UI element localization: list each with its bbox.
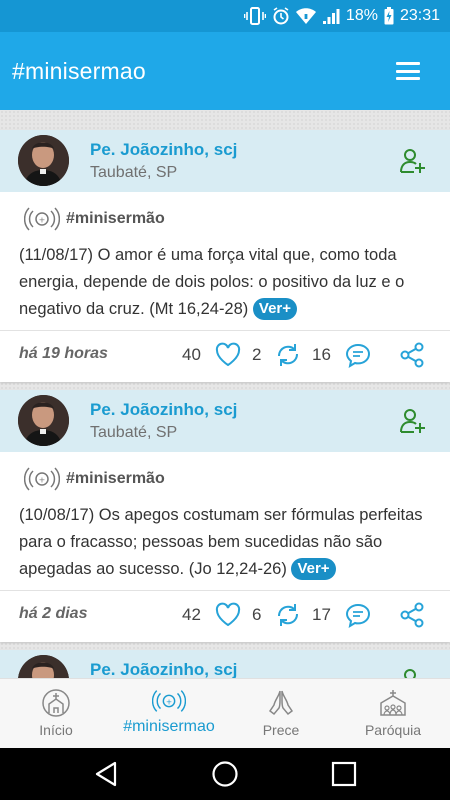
post-header: Pe. Joãozinho, scj Taubaté, SP (0, 130, 450, 192)
post-hashtag: #minisermão (66, 470, 165, 487)
post-hashtag: #minisermão (66, 210, 165, 227)
svg-text:+: + (39, 216, 46, 225)
like-count: 40 (182, 345, 201, 364)
post-card: Pe. Joãozinho, scj Taubaté, SP + #minise… (0, 390, 450, 642)
svg-text:+: + (166, 697, 172, 706)
wifi-icon (295, 8, 316, 24)
heart-icon[interactable] (214, 601, 242, 629)
nav-label: Prece (262, 722, 300, 738)
church-icon (42, 689, 70, 717)
add-user-icon[interactable] (400, 408, 426, 434)
comment-icon[interactable] (344, 341, 372, 369)
signal-icon (322, 9, 340, 24)
battery-charging-icon (384, 7, 394, 25)
author-name[interactable]: Pe. Joãozinho, scj (90, 140, 237, 160)
post-tag: + #minisermão (24, 466, 165, 492)
avatar[interactable] (18, 655, 69, 678)
like-count: 42 (182, 605, 201, 624)
post-actions: há 19 horas 40 2 16 (0, 331, 450, 381)
broadcast-icon: + (152, 690, 186, 712)
parish-icon (380, 690, 406, 716)
nav-label: #minisermao (123, 718, 215, 735)
clock-time: 23:31 (399, 7, 440, 24)
bottom-nav: Início + #minisermao Prece Paróquia (0, 678, 450, 748)
post-body: (10/08/17) Os apegos costumam ser fórmul… (19, 506, 423, 578)
avatar[interactable] (18, 135, 69, 186)
nav-item-inicio[interactable]: Início (1, 687, 111, 738)
back-icon[interactable] (92, 760, 120, 788)
share-count: 6 (252, 605, 262, 624)
post-feed[interactable]: Pe. Joãozinho, scj Taubaté, SP + #minise… (0, 110, 450, 678)
app-bar: #minisermao (0, 32, 450, 110)
broadcast-icon: + (24, 467, 60, 491)
avatar[interactable] (18, 395, 69, 446)
nav-item-paroquia[interactable]: Paróquia (338, 687, 448, 738)
post-card: Pe. Joãozinho, scj Taubaté, SP + #minise… (0, 130, 450, 382)
heart-icon[interactable] (214, 341, 242, 369)
post-text: (11/08/17) O amor é uma força vital que,… (19, 242, 431, 323)
post-time: há 2 dias (19, 605, 88, 622)
post-tag: + #minisermão (24, 206, 165, 232)
recent-apps-icon[interactable] (330, 760, 358, 788)
comment-count: 17 (312, 605, 331, 624)
author-name[interactable]: Pe. Joãozinho, scj (90, 400, 237, 420)
home-icon[interactable] (211, 760, 239, 788)
nav-label: Início (39, 722, 73, 738)
share-icon[interactable] (398, 601, 426, 629)
nav-item-minisermao[interactable]: + #minisermao (114, 687, 224, 736)
post-header: Pe. Joãozinho, scj Taubaté, SP (0, 390, 450, 452)
alarm-icon (273, 7, 289, 25)
post-text: (10/08/17) Os apegos costumam ser fórmul… (19, 502, 431, 583)
post-header: Pe. Joãozinho, scj (0, 650, 450, 678)
author-city: Taubaté, SP (90, 164, 178, 181)
share-count: 2 (252, 345, 262, 364)
post-card: Pe. Joãozinho, scj (0, 650, 450, 678)
menu-icon[interactable] (396, 62, 420, 80)
broadcast-icon: + (24, 207, 60, 231)
praying-hands-icon (268, 690, 294, 716)
comment-count: 16 (312, 345, 331, 364)
repost-icon[interactable] (274, 341, 302, 369)
nav-label: Paróquia (364, 722, 422, 738)
add-user-icon[interactable] (400, 148, 426, 174)
read-more-button[interactable]: Ver+ (252, 298, 298, 320)
comment-icon[interactable] (344, 601, 372, 629)
page-title: #minisermao (12, 57, 146, 84)
svg-text:+: + (39, 476, 46, 485)
status-bar: 18% 23:31 (0, 0, 450, 32)
nav-item-prece[interactable]: Prece (226, 687, 336, 738)
vibrate-icon (243, 7, 266, 25)
author-city: Taubaté, SP (90, 424, 178, 441)
post-actions: há 2 dias 42 6 17 (0, 591, 450, 641)
system-nav-bar (0, 748, 450, 800)
repost-icon[interactable] (274, 601, 302, 629)
read-more-button[interactable]: Ver+ (291, 558, 336, 580)
post-body: (11/08/17) O amor é uma força vital que,… (19, 246, 405, 318)
post-time: há 19 horas (19, 345, 108, 362)
add-user-icon[interactable] (400, 668, 426, 678)
share-icon[interactable] (398, 341, 426, 369)
author-name[interactable]: Pe. Joãozinho, scj (90, 660, 237, 678)
battery-percent: 18% (345, 7, 378, 24)
